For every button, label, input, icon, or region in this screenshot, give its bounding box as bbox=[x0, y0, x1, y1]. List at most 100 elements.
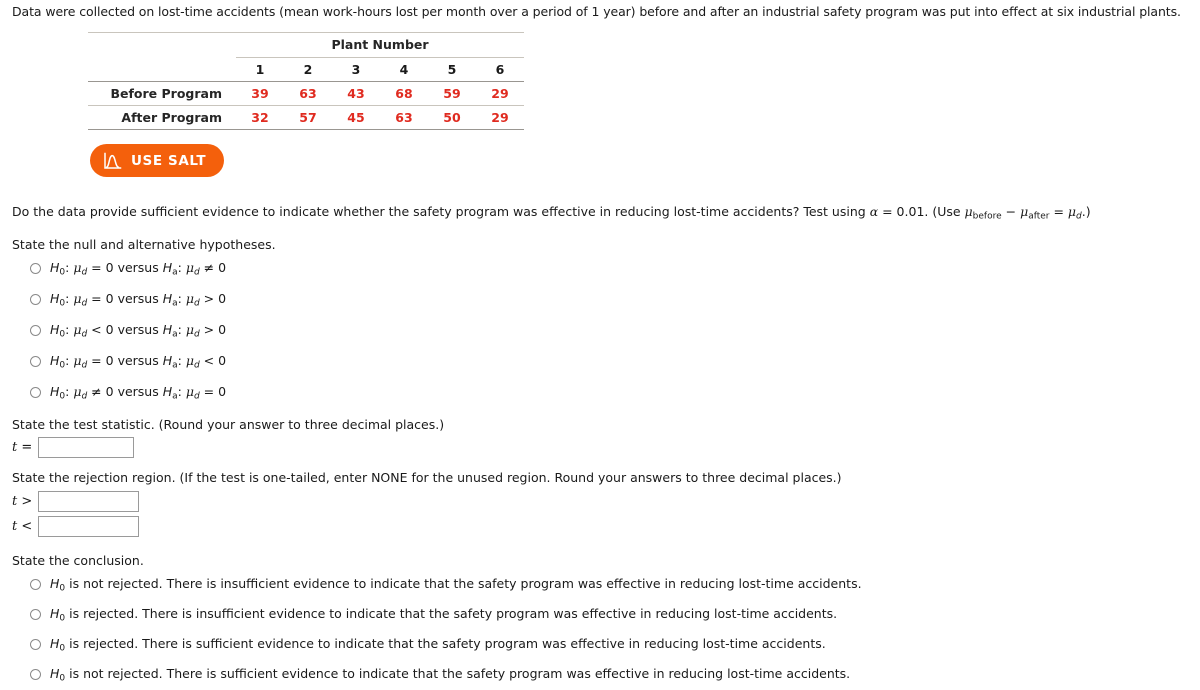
t-symbol: t bbox=[12, 494, 18, 509]
radio-button-icon[interactable] bbox=[30, 579, 41, 590]
mu-subscript: d bbox=[81, 267, 88, 278]
distribution-curve-icon bbox=[103, 152, 122, 170]
mu-after-symbol: μ bbox=[1020, 204, 1029, 219]
h0-value: 0 bbox=[105, 322, 114, 337]
conclusion-option-2-label: H0 is rejected. There is insufficient ev… bbox=[50, 606, 837, 624]
h0-symbol: H bbox=[50, 353, 60, 368]
hypothesis-option-1[interactable]: H0: μd = 0 versus Ha: μd ≠ 0 bbox=[30, 260, 227, 278]
versus-text: versus bbox=[117, 291, 159, 306]
mu-symbol: μ bbox=[185, 322, 194, 337]
versus-text: versus bbox=[117, 353, 159, 368]
minus-operator: − bbox=[1001, 204, 1021, 219]
column-header-5: 5 bbox=[428, 57, 476, 82]
mu-subscript: d bbox=[193, 267, 200, 278]
h0-subscript: 0 bbox=[59, 583, 66, 594]
ha-subscript: a bbox=[172, 298, 178, 309]
h0-relation: < bbox=[91, 322, 102, 337]
table-column-header-row: 1 2 3 4 5 6 bbox=[88, 57, 524, 82]
conclusion-section-label: State the conclusion. bbox=[12, 553, 144, 568]
hypothesis-option-5[interactable]: H0: μd ≠ 0 versus Ha: μd = 0 bbox=[30, 384, 227, 402]
radio-button-icon[interactable] bbox=[30, 639, 41, 650]
cell-before-2: 63 bbox=[284, 81, 332, 106]
rejection-region-upper-row: t > bbox=[12, 491, 140, 512]
versus-text: versus bbox=[117, 322, 159, 337]
plant-data-table-wrapper: Plant Number 1 2 3 4 5 6 Before Program … bbox=[88, 32, 524, 130]
ha-symbol: H bbox=[162, 260, 173, 275]
conclusion-option-3[interactable]: H0 is rejected. There is sufficient evid… bbox=[30, 636, 826, 654]
ha-subscript: a bbox=[172, 391, 178, 402]
empty-corner-cell bbox=[88, 32, 236, 58]
ha-relation: = bbox=[203, 384, 215, 399]
conclusion-option-4[interactable]: H0 is not rejected. There is sufficient … bbox=[30, 666, 850, 684]
h0-value: 0 bbox=[105, 353, 114, 368]
conclusion-option-1[interactable]: H0 is not rejected. There is insufficien… bbox=[30, 576, 862, 594]
conclusion-option-4-label: H0 is not rejected. There is sufficient … bbox=[50, 666, 850, 684]
radio-button-icon[interactable] bbox=[30, 669, 41, 680]
ha-relation: > bbox=[203, 322, 215, 337]
cell-before-6: 29 bbox=[476, 81, 524, 106]
hypothesis-option-2[interactable]: H0: μd = 0 versus Ha: μd > 0 bbox=[30, 291, 227, 309]
column-header-6: 6 bbox=[476, 57, 524, 82]
mu-d-symbol: μ bbox=[1067, 204, 1077, 219]
greater-than-sign: > bbox=[21, 494, 33, 509]
ha-value: 0 bbox=[218, 384, 227, 399]
hypotheses-section-label: State the null and alternative hypothese… bbox=[12, 237, 276, 252]
conclusion-option-1-text: is not rejected. There is insufficient e… bbox=[69, 576, 862, 591]
h0-subscript: 0 bbox=[59, 329, 66, 340]
hypothesis-option-2-label: H0: μd = 0 versus Ha: μd > 0 bbox=[50, 291, 227, 309]
h0-symbol: H bbox=[50, 291, 60, 306]
radio-button-icon[interactable] bbox=[30, 263, 41, 274]
column-header-2: 2 bbox=[284, 57, 332, 82]
mu-symbol: μ bbox=[185, 291, 194, 306]
ha-subscript: a bbox=[172, 267, 178, 278]
question-prompt: Do the data provide sufficient evidence … bbox=[12, 204, 1091, 222]
mu-symbol: μ bbox=[185, 260, 194, 275]
less-than-sign: < bbox=[21, 519, 33, 534]
h0-subscript: 0 bbox=[59, 613, 66, 624]
conclusion-option-1-label: H0 is not rejected. There is insufficien… bbox=[50, 576, 862, 594]
conclusion-option-2[interactable]: H0 is rejected. There is insufficient ev… bbox=[30, 606, 837, 624]
t-symbol: t bbox=[12, 519, 18, 534]
radio-button-icon[interactable] bbox=[30, 609, 41, 620]
hypothesis-option-4[interactable]: H0: μd = 0 versus Ha: μd < 0 bbox=[30, 353, 227, 371]
radio-button-icon[interactable] bbox=[30, 294, 41, 305]
ha-subscript: a bbox=[172, 360, 178, 371]
mu-before-symbol: μ bbox=[964, 204, 973, 219]
hypothesis-option-5-label: H0: μd ≠ 0 versus Ha: μd = 0 bbox=[50, 384, 227, 402]
hypothesis-option-4-label: H0: μd = 0 versus Ha: μd < 0 bbox=[50, 353, 227, 371]
rejection-region-lower-input[interactable] bbox=[38, 516, 140, 537]
hypothesis-option-3[interactable]: H0: μd < 0 versus Ha: μd > 0 bbox=[30, 322, 226, 340]
h0-symbol: H bbox=[50, 260, 60, 275]
use-salt-label: USE SALT bbox=[131, 152, 207, 169]
rejection-region-upper-input[interactable] bbox=[38, 491, 140, 512]
ha-value: 0 bbox=[218, 260, 227, 275]
cell-after-6: 29 bbox=[476, 105, 524, 130]
ha-relation: < bbox=[203, 353, 215, 368]
rejection-region-section-label: State the rejection region. (If the test… bbox=[12, 470, 842, 485]
radio-button-icon[interactable] bbox=[30, 325, 41, 336]
h0-symbol: H bbox=[50, 322, 60, 337]
cell-before-5: 59 bbox=[428, 81, 476, 106]
t-symbol: t bbox=[12, 440, 18, 455]
mu-symbol: μ bbox=[185, 353, 194, 368]
mu-before-subscript: before bbox=[972, 211, 1002, 222]
alpha-symbol: α bbox=[869, 204, 879, 219]
test-statistic-prefix: t = bbox=[12, 440, 32, 455]
radio-button-icon[interactable] bbox=[30, 356, 41, 367]
rejection-region-lower-row: t < bbox=[12, 516, 140, 537]
radio-button-icon[interactable] bbox=[30, 387, 41, 398]
h0-relation: = bbox=[91, 260, 102, 275]
column-header-4: 4 bbox=[380, 57, 428, 82]
use-salt-button[interactable]: USE SALT bbox=[90, 144, 225, 177]
cell-before-4: 68 bbox=[380, 81, 428, 106]
h0-symbol: H bbox=[50, 576, 60, 591]
versus-text: versus bbox=[117, 260, 159, 275]
mu-subscript: d bbox=[81, 329, 88, 340]
hypothesis-option-1-label: H0: μd = 0 versus Ha: μd ≠ 0 bbox=[50, 260, 227, 278]
mu-subscript: d bbox=[193, 298, 200, 309]
cell-after-5: 50 bbox=[428, 105, 476, 130]
test-statistic-section-label: State the test statistic. (Round your an… bbox=[12, 417, 445, 432]
h0-relation: = bbox=[91, 291, 102, 306]
test-statistic-input[interactable] bbox=[38, 437, 135, 458]
cell-after-2: 57 bbox=[284, 105, 332, 130]
